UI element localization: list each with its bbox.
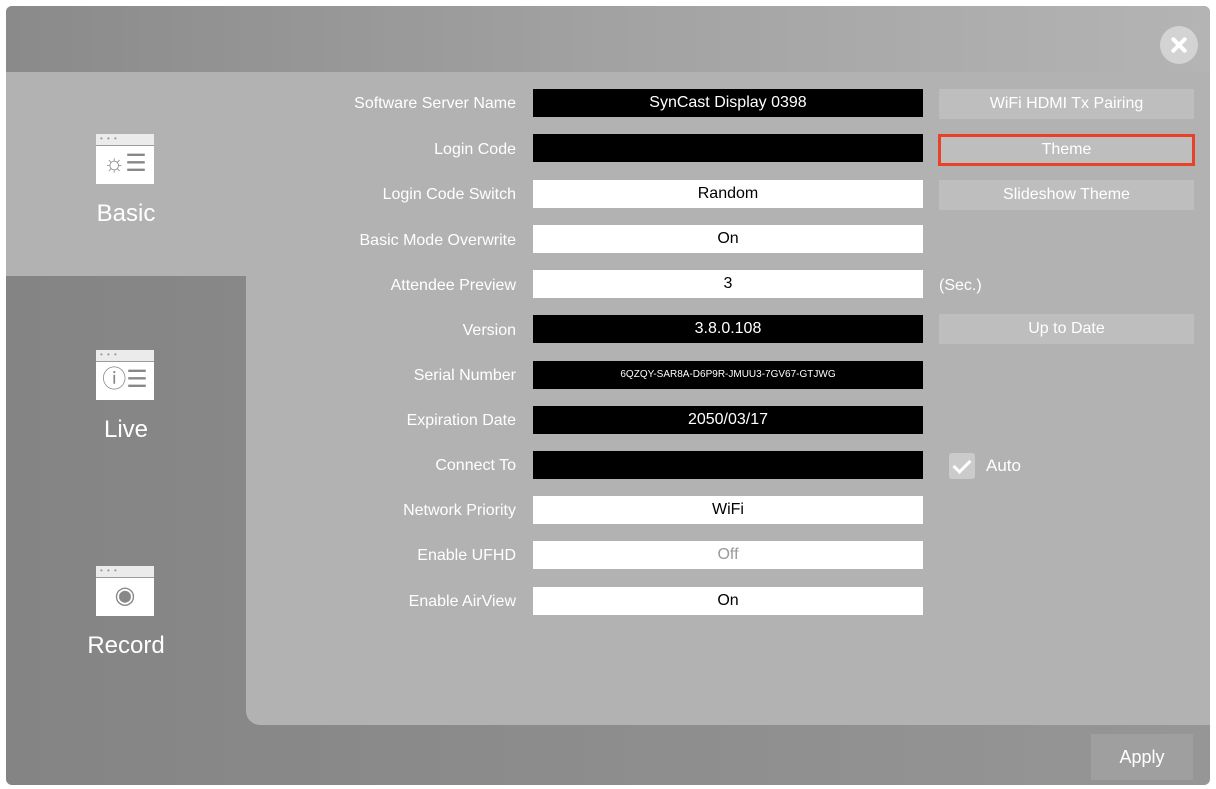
connect-to-label: Connect To xyxy=(435,457,516,474)
settings-window-icon: • • • ☼☰ xyxy=(96,134,154,184)
sidebar-item-label: Record xyxy=(87,632,165,659)
settings-panel xyxy=(246,72,1210,725)
close-icon[interactable] xyxy=(1160,26,1198,64)
attendee-preview-unit: (Sec.) xyxy=(939,277,982,294)
expiration-date-label: Expiration Date xyxy=(406,412,516,429)
sidebar-item-label: Basic xyxy=(96,200,156,227)
serial-number-field: 6QZQY-SAR8A-D6P9R-JMUU3-7GV67-GTJWG xyxy=(533,361,923,389)
theme-button[interactable]: Theme xyxy=(938,134,1195,166)
sidebar-item-record[interactable]: • • • ◉ Record xyxy=(6,492,246,708)
title-bar xyxy=(6,6,1210,72)
network-priority-label: Network Priority xyxy=(403,502,516,519)
enable-airview-label: Enable AirView xyxy=(408,593,516,610)
wifi-hdmi-tx-pairing-button[interactable]: WiFi HDMI Tx Pairing xyxy=(939,89,1194,119)
info-window-icon: • • • ⓘ☰ xyxy=(96,350,154,400)
sidebar-item-label: Live xyxy=(103,416,149,443)
version-field: 3.8.0.108 xyxy=(533,315,923,343)
software-server-name-label: Software Server Name xyxy=(354,95,516,112)
login-code-switch-label: Login Code Switch xyxy=(382,186,516,203)
up-to-date-button[interactable]: Up to Date xyxy=(939,314,1194,344)
sidebar-item-basic[interactable]: • • • ☼☰ Basic xyxy=(6,72,246,276)
sidebar-item-live[interactable]: • • • ⓘ☰ Live xyxy=(6,276,246,492)
attendee-preview-select[interactable]: 3 xyxy=(533,270,923,298)
software-server-name-field[interactable]: SynCast Display 0398 xyxy=(533,89,923,117)
attendee-preview-label: Attendee Preview xyxy=(390,277,516,294)
settings-window: • • • ☼☰ Basic • • • ⓘ☰ Live • • • ◉ Rec… xyxy=(6,6,1210,785)
version-label: Version xyxy=(462,322,516,339)
apply-button[interactable]: Apply xyxy=(1091,734,1193,780)
record-window-icon: • • • ◉ xyxy=(96,566,154,616)
basic-mode-overwrite-select[interactable]: On xyxy=(533,225,923,253)
slideshow-theme-button[interactable]: Slideshow Theme xyxy=(939,180,1194,210)
serial-number-label: Serial Number xyxy=(413,367,516,384)
basic-mode-overwrite-label: Basic Mode Overwrite xyxy=(359,232,517,249)
network-priority-select[interactable]: WiFi xyxy=(533,496,923,524)
enable-airview-select[interactable]: On xyxy=(533,587,923,615)
expiration-date-field: 2050/03/17 xyxy=(533,406,923,434)
connect-to-field[interactable] xyxy=(533,451,923,479)
login-code-switch-select[interactable]: Random xyxy=(533,180,923,208)
login-code-field[interactable] xyxy=(533,134,923,162)
enable-ufhd-select[interactable]: Off xyxy=(533,541,923,569)
auto-checkbox[interactable] xyxy=(949,453,975,479)
login-code-label: Login Code xyxy=(434,141,516,158)
auto-label: Auto xyxy=(986,456,1021,475)
enable-ufhd-label: Enable UFHD xyxy=(417,547,516,564)
